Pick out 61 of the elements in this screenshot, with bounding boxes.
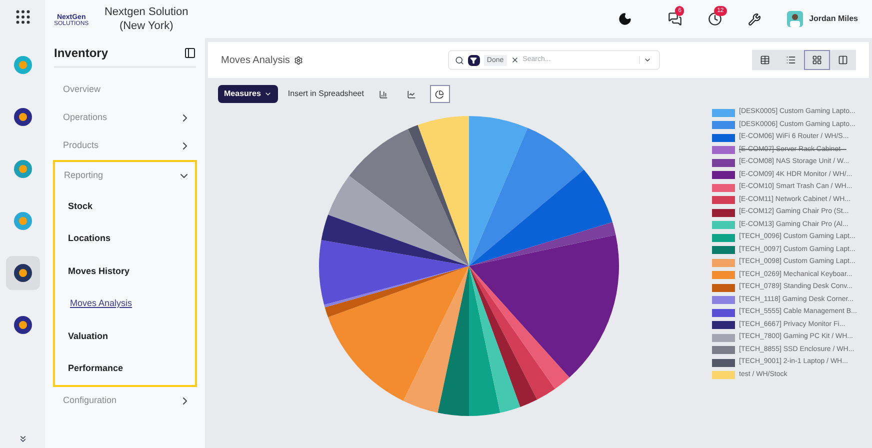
bar-chart-icon — [379, 90, 388, 98]
pie-slice[interactable] — [408, 125, 468, 266]
pie-slice[interactable] — [468, 266, 555, 400]
pie-slice[interactable] — [468, 266, 537, 407]
sidebar-item[interactable]: Reporting — [64, 169, 104, 183]
tools-icon[interactable] — [748, 12, 762, 26]
pie-slice[interactable] — [468, 116, 528, 266]
sidebar-item[interactable]: Overview — [63, 83, 101, 97]
messages-icon[interactable] — [668, 12, 682, 26]
pie-slice[interactable] — [417, 116, 468, 266]
submenu-item[interactable]: Stock — [68, 200, 93, 213]
graph-view-icon — [812, 55, 822, 65]
pie-slice[interactable] — [468, 266, 520, 413]
app-icon[interactable] — [12, 314, 34, 336]
pie-slice[interactable] — [468, 170, 612, 266]
apps-menu-icon[interactable] — [14, 8, 32, 26]
line-chart-icon — [407, 90, 416, 98]
view-switch-button[interactable] — [752, 50, 778, 70]
pie-slice[interactable] — [468, 266, 500, 416]
pie-slice[interactable] — [320, 214, 468, 266]
caret-icon — [264, 90, 272, 98]
panel-toggle-icon[interactable] — [184, 47, 196, 59]
list-view-icon — [786, 55, 796, 65]
view-switch-button[interactable] — [804, 50, 830, 70]
cohort-view-icon — [838, 55, 848, 65]
view-switch-button[interactable] — [778, 50, 804, 70]
submenu-item[interactable]: Performance — [68, 362, 124, 376]
submenu-item[interactable]: Locations — [68, 232, 111, 246]
sidebar-item[interactable]: Operations — [63, 111, 108, 125]
view-switch-button[interactable] — [830, 50, 856, 70]
search-icon — [454, 56, 464, 64]
pie-slice[interactable] — [328, 266, 468, 401]
sidebar-item[interactable]: Products — [63, 139, 99, 153]
pie-slice[interactable] — [468, 128, 584, 266]
user-avatar[interactable] — [787, 11, 804, 27]
chart-type-button[interactable] — [430, 85, 450, 103]
pie-slice[interactable] — [318, 240, 468, 305]
pie-slice[interactable] — [328, 176, 468, 266]
submenu-item[interactable]: Moves Analysis — [68, 297, 132, 310]
view-title: Moves Analysis — [221, 54, 290, 68]
settings-icon[interactable] — [294, 56, 303, 64]
submenu-item[interactable]: Moves History — [68, 264, 130, 278]
pie-slice[interactable] — [348, 128, 468, 266]
more-apps-icon[interactable] — [18, 434, 28, 444]
app-icon[interactable] — [12, 106, 34, 128]
pivot-view-icon — [760, 55, 770, 65]
submenu-item[interactable]: Valuation — [68, 330, 108, 343]
remove-filter-icon[interactable] — [510, 56, 519, 64]
sidebar-item[interactable]: Configuration — [63, 394, 117, 408]
company-name[interactable]: Nextgen Solution (New York) — [96, 6, 196, 34]
app-icon[interactable] — [12, 262, 34, 284]
insert-spreadsheet-button[interactable]: Insert in Spreadsheet — [286, 88, 366, 100]
sidebar-title: Inventory — [54, 45, 108, 62]
pie-slice[interactable] — [468, 266, 569, 389]
filter-icon — [470, 56, 478, 64]
dark-mode-icon[interactable] — [618, 12, 632, 26]
user-name[interactable]: Jordan Miles — [809, 13, 858, 25]
pie-slice[interactable] — [468, 234, 618, 378]
pie-chart-icon — [435, 90, 444, 98]
activity-icon[interactable] — [708, 12, 722, 26]
measures-button[interactable]: Measures — [218, 85, 278, 103]
